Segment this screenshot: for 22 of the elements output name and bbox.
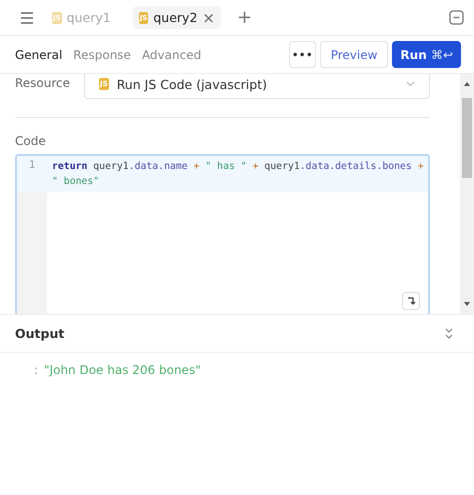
close-icon[interactable]: ×: [202, 12, 215, 24]
result-key: :: [34, 363, 38, 377]
collapse-chevrons-icon[interactable]: [444, 328, 454, 340]
section-tab[interactable]: Advanced: [142, 48, 202, 62]
run-button[interactable]: Run ⌘↩: [392, 41, 461, 68]
code-line: return query1.data.name + " has " + query1.data.details.bones + " bones": [51, 160, 425, 189]
scrollbar[interactable]: [460, 74, 474, 314]
more-button[interactable]: •••: [288, 41, 316, 68]
menu-icon[interactable]: [20, 12, 34, 24]
code-editor[interactable]: 1 return query1.data.name + " has " + query1.data.details.bones + " bones": [15, 154, 430, 314]
line-number: 1: [28, 159, 36, 173]
section-tab[interactable]: Response: [73, 48, 131, 62]
resource-label: Resource: [15, 76, 70, 90]
collapse-icon[interactable]: [449, 10, 464, 25]
expand-icon[interactable]: [402, 292, 420, 310]
section-tab[interactable]: General: [15, 48, 62, 62]
output-title: Output: [15, 326, 64, 341]
chevron-down-icon: [406, 81, 415, 87]
code-label: Code: [15, 134, 47, 148]
add-tab-button[interactable]: +: [236, 10, 252, 26]
result-value: "John Doe has 206 bones": [44, 363, 201, 377]
preview-button[interactable]: Preview: [320, 41, 388, 68]
